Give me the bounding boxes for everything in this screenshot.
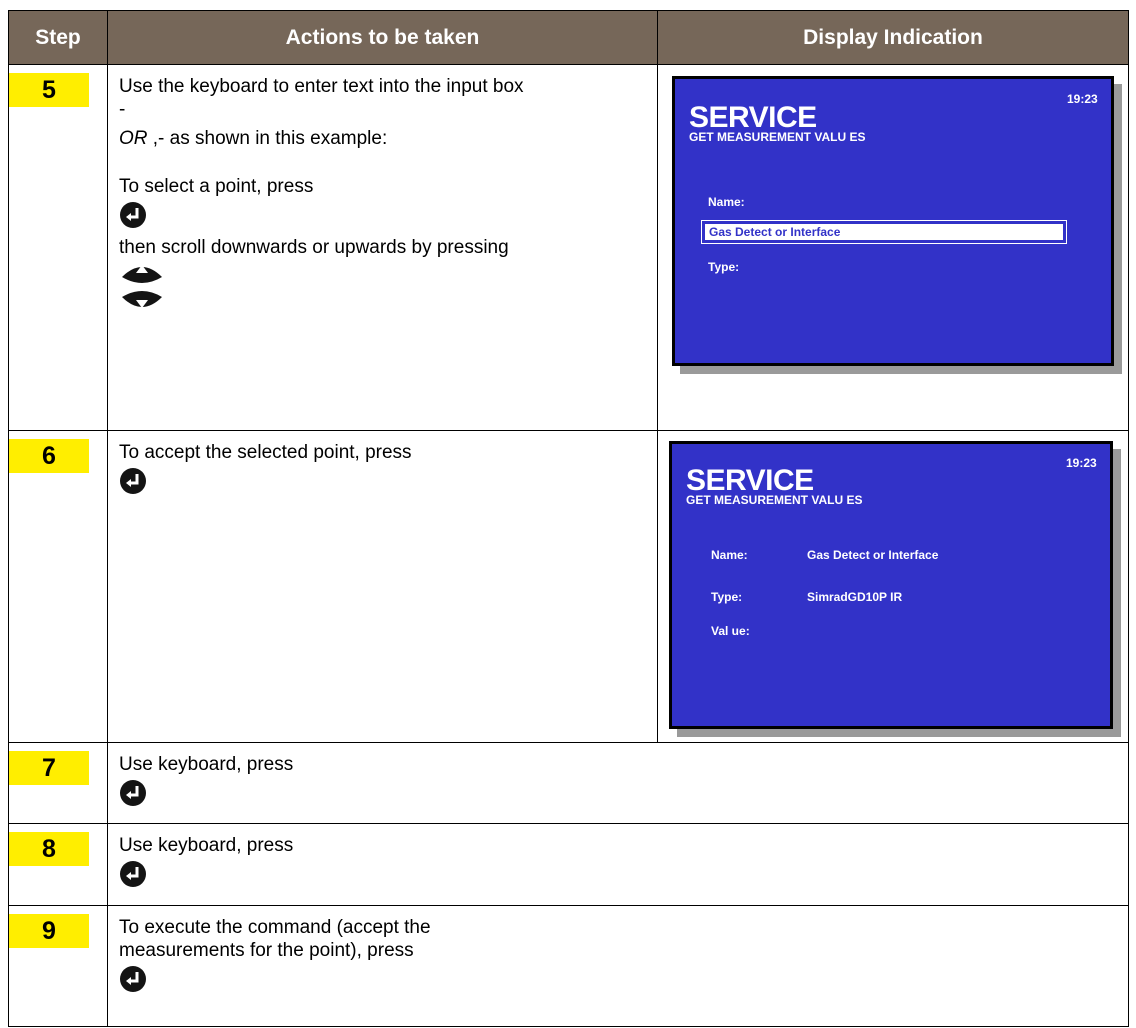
- action-text: To select a point, press: [119, 176, 314, 197]
- screen-time: 19:23: [1066, 456, 1097, 470]
- action-cell: Use keyboard, press: [107, 823, 1129, 906]
- header-step: Step: [8, 10, 108, 65]
- action-text: measurements for the point), press: [119, 940, 414, 961]
- action-text: then scroll downwards or upwards by pres…: [119, 237, 509, 258]
- table-row: 7 Use keyboard, press: [8, 742, 1129, 824]
- arrow-down-key-icon: [122, 291, 162, 308]
- step-cell: 5: [8, 64, 108, 431]
- table-row: 8 Use keyboard, press: [8, 823, 1129, 906]
- action-cell: To execute the command (accept the measu…: [107, 905, 1129, 1027]
- arrow-up-key-icon: [122, 265, 162, 283]
- action-cell: To accept the selected point, press: [107, 430, 658, 743]
- action-cell: Use keyboard, press: [107, 742, 1129, 824]
- name-label: Name:: [711, 548, 748, 562]
- name-input: Gas Detect or Interface: [701, 220, 1067, 244]
- screen-panel: SERVICE GET MEASUREMENT VALU ES 19:23 Na…: [672, 76, 1114, 366]
- step-cell: 6: [8, 430, 108, 743]
- screen-time: 19:23: [1067, 92, 1098, 106]
- enter-key-icon: [120, 202, 146, 228]
- step-cell: 7: [8, 742, 108, 824]
- action-text: -: [119, 99, 126, 120]
- step-number: 9: [9, 914, 89, 948]
- header-row: Step Actions to be taken Display Indicat…: [8, 10, 1129, 65]
- step-number: 7: [9, 751, 89, 785]
- type-label: Type:: [711, 590, 743, 604]
- table-row: 9 To execute the command (accept the mea…: [8, 905, 1129, 1027]
- or-text: OR: [119, 128, 148, 149]
- step-number: 6: [9, 439, 89, 473]
- display-cell: SERVICE GET MEASUREMENT VALU ES 19:23 Na…: [657, 64, 1129, 431]
- table-row: 5 Use the keyboard to enter text into th…: [8, 64, 1129, 431]
- enter-key-icon: [120, 780, 146, 806]
- type-value: SimradGD10P IR: [807, 590, 903, 604]
- header-display: Display Indication: [657, 10, 1129, 65]
- name-value: Gas Detect or Interface: [807, 548, 939, 562]
- or-rest: ,- as shown in this example:: [147, 128, 388, 149]
- action-text: To execute the command (accept the: [119, 917, 431, 938]
- action-text: Use keyboard, press: [119, 754, 294, 775]
- screen-title: SERVICE: [689, 101, 817, 134]
- table-row: 6 To accept the selected point, press SE…: [8, 430, 1129, 743]
- action-text: To accept the selected point, press: [119, 442, 412, 463]
- step-cell: 9: [8, 905, 108, 1027]
- display-screen: SERVICE GET MEASUREMENT VALU ES 19:23 Na…: [672, 76, 1126, 378]
- name-label: Name:: [708, 195, 745, 209]
- action-cell: Use the keyboard to enter text into the …: [107, 64, 658, 431]
- header-actions: Actions to be taken: [107, 10, 658, 65]
- screen-title: SERVICE: [686, 464, 814, 497]
- action-text: OR ,- as shown in this example:: [119, 127, 657, 150]
- action-text: Use keyboard, press: [119, 835, 294, 856]
- type-label: Type:: [708, 260, 740, 274]
- screen-subtitle: GET MEASUREMENT VALU ES: [689, 130, 866, 144]
- action-text: Use the keyboard to enter text into the …: [119, 76, 524, 97]
- screen-panel: SERVICE GET MEASUREMENT VALU ES 19:23 Na…: [669, 441, 1113, 729]
- display-cell: SERVICE GET MEASUREMENT VALU ES 19:23 Na…: [657, 430, 1129, 743]
- step-number: 5: [9, 73, 89, 107]
- step-cell: 8: [8, 823, 108, 906]
- enter-key-icon: [120, 861, 146, 887]
- display-screen: SERVICE GET MEASUREMENT VALU ES 19:23 Na…: [669, 441, 1123, 739]
- procedure-table: Step Actions to be taken Display Indicat…: [8, 10, 1129, 1027]
- screen-subtitle: GET MEASUREMENT VALU ES: [686, 493, 863, 507]
- enter-key-icon: [120, 966, 146, 992]
- enter-key-icon: [120, 468, 146, 494]
- step-number: 8: [9, 832, 89, 866]
- value-label: Val ue:: [711, 624, 750, 638]
